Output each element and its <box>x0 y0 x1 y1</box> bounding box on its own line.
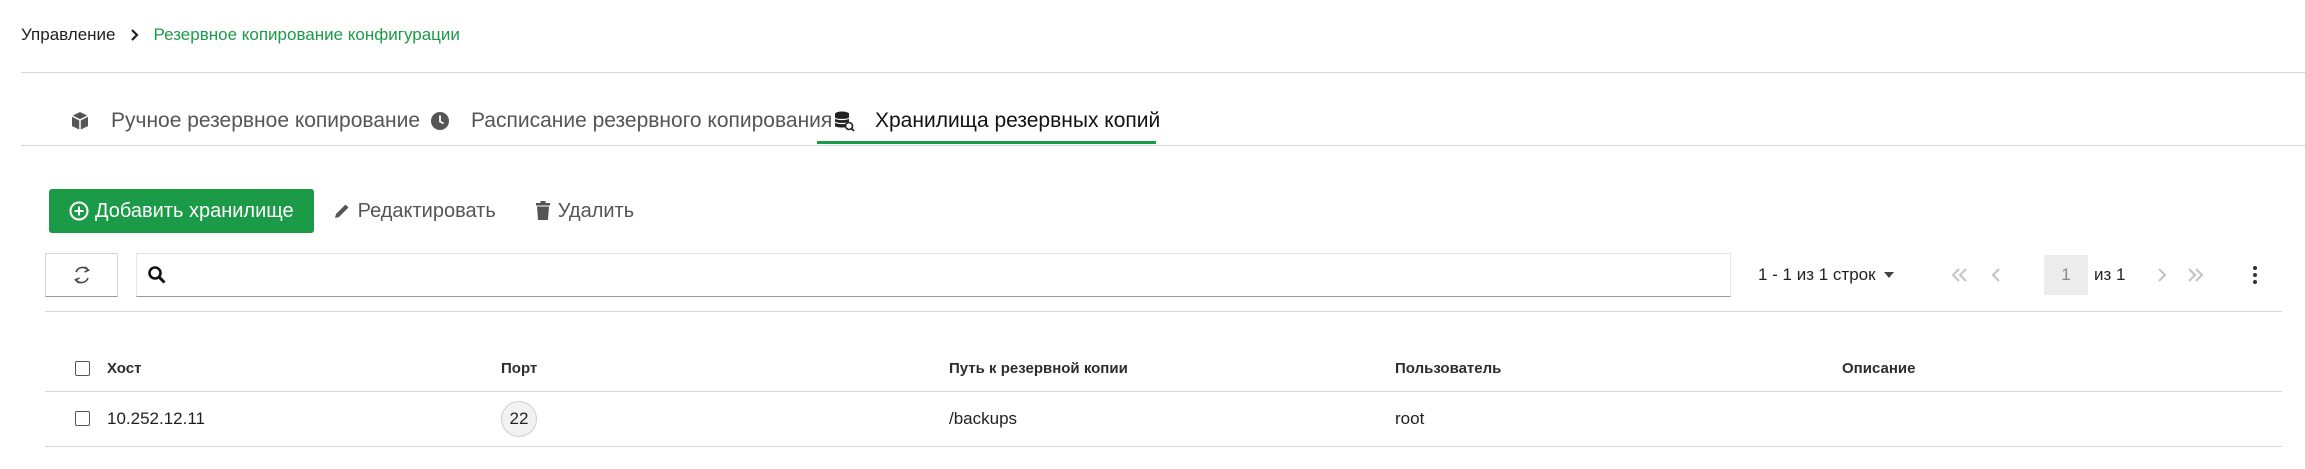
edit-label: Редактировать <box>357 199 496 222</box>
pagination: 1 - 1 из 1 строк 1 из 1 <box>1758 253 2268 297</box>
breadcrumb: Управление Резервное копирование конфигу… <box>21 22 460 48</box>
column-description[interactable]: Описание <box>1842 346 2282 392</box>
column-label: Хост <box>107 359 142 377</box>
database-icon <box>833 110 855 132</box>
last-page-icon[interactable] <box>2186 253 2204 297</box>
page-number-input[interactable]: 1 <box>2044 255 2088 295</box>
select-all-checkbox[interactable] <box>75 360 90 376</box>
search-input[interactable] <box>175 254 1730 296</box>
cell-host: 10.252.12.11 <box>45 391 501 447</box>
toolbar: Добавить хранилище Редактировать Удалить <box>49 189 654 233</box>
cell-user: root <box>1395 391 1842 447</box>
delete-label: Удалить <box>557 199 635 222</box>
storages-table: Хост Порт Путь к резервной копии Пользов… <box>45 346 2282 447</box>
table-row[interactable]: 10.252.12.11 22 /backups root <box>45 391 2282 447</box>
tab-label: Ручное резервное копирование <box>111 109 421 132</box>
first-page-icon[interactable] <box>1951 253 1969 297</box>
edit-button[interactable]: Редактировать <box>314 189 516 233</box>
cell-path: /backups <box>949 391 1395 447</box>
active-tab-indicator <box>817 141 1156 144</box>
row-checkbox[interactable] <box>75 411 90 426</box>
column-host[interactable]: Хост <box>45 346 501 392</box>
tab-backup-storages[interactable]: Хранилища резервных копий <box>833 96 1160 146</box>
caret-down-icon[interactable] <box>1881 253 1897 297</box>
search-box <box>136 253 1731 297</box>
delete-button[interactable]: Удалить <box>516 189 654 233</box>
tab-label: Расписание резервного копирования <box>471 109 833 132</box>
plus-circle-icon <box>69 201 89 221</box>
tabs-divider <box>21 145 2305 146</box>
tab-label: Хранилища резервных копий <box>875 109 1161 132</box>
chevron-right-icon <box>130 29 140 41</box>
clock-icon <box>429 110 451 132</box>
cell-port: 22 <box>501 391 949 447</box>
tab-manual-backup[interactable]: Ручное резервное копирование <box>69 96 420 146</box>
add-storage-label: Добавить хранилище <box>95 199 294 222</box>
tab-bar: Ручное резервное копирование Расписание … <box>21 96 2305 146</box>
column-path[interactable]: Путь к резервной копии <box>949 346 1395 392</box>
trash-icon <box>534 201 552 221</box>
search-icon <box>147 265 167 285</box>
more-options-icon[interactable] <box>2243 253 2267 297</box>
breadcrumb-root[interactable]: Управление <box>21 25 116 45</box>
tab-backup-schedule[interactable]: Расписание резервного копирования <box>429 96 832 146</box>
header-divider <box>21 72 2305 73</box>
port-badge: 22 <box>501 400 537 437</box>
pencil-icon <box>332 201 352 221</box>
column-user[interactable]: Пользователь <box>1395 346 1842 392</box>
grid-divider <box>45 311 2282 312</box>
cell-description <box>1842 391 2282 447</box>
column-port[interactable]: Порт <box>501 346 949 392</box>
refresh-icon <box>71 264 93 286</box>
table-header-row: Хост Порт Путь к резервной копии Пользов… <box>45 346 2282 392</box>
next-page-icon[interactable] <box>2156 253 2168 297</box>
row-count-text: 1 - 1 из 1 строк <box>1758 265 1876 284</box>
host-value: 10.252.12.11 <box>107 408 205 428</box>
page-total-text: из 1 <box>2094 265 2126 284</box>
refresh-button[interactable] <box>45 253 118 297</box>
prev-page-icon[interactable] <box>1990 253 2002 297</box>
add-storage-button[interactable]: Добавить хранилище <box>49 189 314 233</box>
breadcrumb-current: Резервное копирование конфигурации <box>153 25 460 44</box>
box-icon <box>69 110 91 132</box>
